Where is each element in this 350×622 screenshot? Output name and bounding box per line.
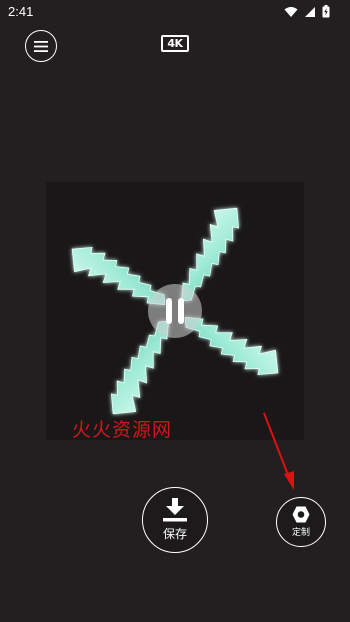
download-icon [163,498,187,522]
customize-button[interactable]: 定制 [276,497,326,547]
wifi-icon [284,6,298,17]
menu-button[interactable] [25,30,57,62]
status-time: 2:41 [8,4,34,19]
pause-icon [166,298,184,324]
save-label: 保存 [162,527,187,541]
pause-button[interactable] [148,284,202,338]
menu-icon [34,40,48,52]
watermark-text: 火火资源网 [72,419,173,441]
annotation-arrow [263,412,294,490]
app-screen: 2:41 4K 火火资源网 保存 定制 [0,0,350,622]
status-icons [284,5,330,18]
save-button[interactable]: 保存 [142,487,208,553]
signal-icon [305,6,315,17]
hex-nut-icon [292,506,310,523]
quality-4k-button[interactable]: 4K [161,35,189,52]
battery-charging-icon [322,5,330,18]
customize-label: 定制 [291,528,310,538]
status-bar: 2:41 [0,0,350,26]
